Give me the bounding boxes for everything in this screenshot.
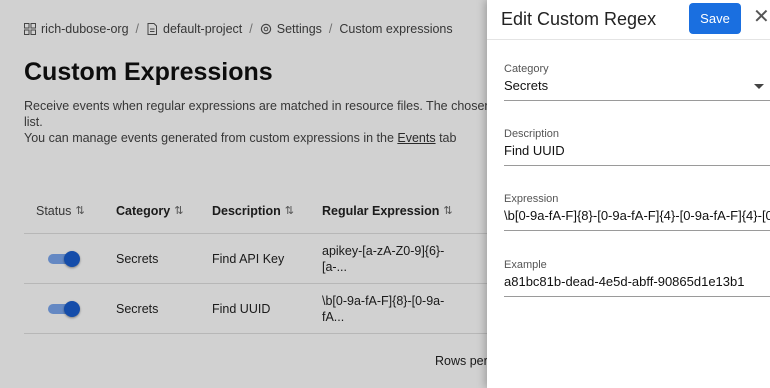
drawer-header: Edit Custom Regex Save ✕	[487, 0, 770, 40]
expression-value: \b[0-9a-fA-F]{8}-[0-9a-fA-F]{4}-[0-9a-fA…	[504, 208, 770, 223]
save-button[interactable]: Save	[689, 3, 741, 34]
close-icon[interactable]: ✕	[753, 6, 770, 28]
category-select[interactable]: Category Secrets	[504, 63, 770, 101]
example-field[interactable]: Example a81bc81b-dead-4e5d-abff-90865d1e…	[504, 259, 770, 297]
dropdown-arrow-icon	[754, 84, 764, 89]
example-label: Example	[504, 259, 547, 271]
expression-label: Expression	[504, 193, 559, 205]
drawer-title: Edit Custom Regex	[501, 9, 657, 29]
category-label: Category	[504, 63, 549, 75]
expression-field[interactable]: Expression \b[0-9a-fA-F]{8}-[0-9a-fA-F]{…	[504, 193, 770, 231]
description-field[interactable]: Description Find UUID	[504, 128, 770, 166]
description-label: Description	[504, 128, 560, 140]
edit-regex-drawer: Edit Custom Regex Save ✕ Category Secret…	[487, 0, 770, 388]
category-value: Secrets	[504, 78, 549, 93]
description-value: Find UUID	[504, 143, 565, 158]
example-value: a81bc81b-dead-4e5d-abff-90865d1e13b1	[504, 274, 745, 289]
